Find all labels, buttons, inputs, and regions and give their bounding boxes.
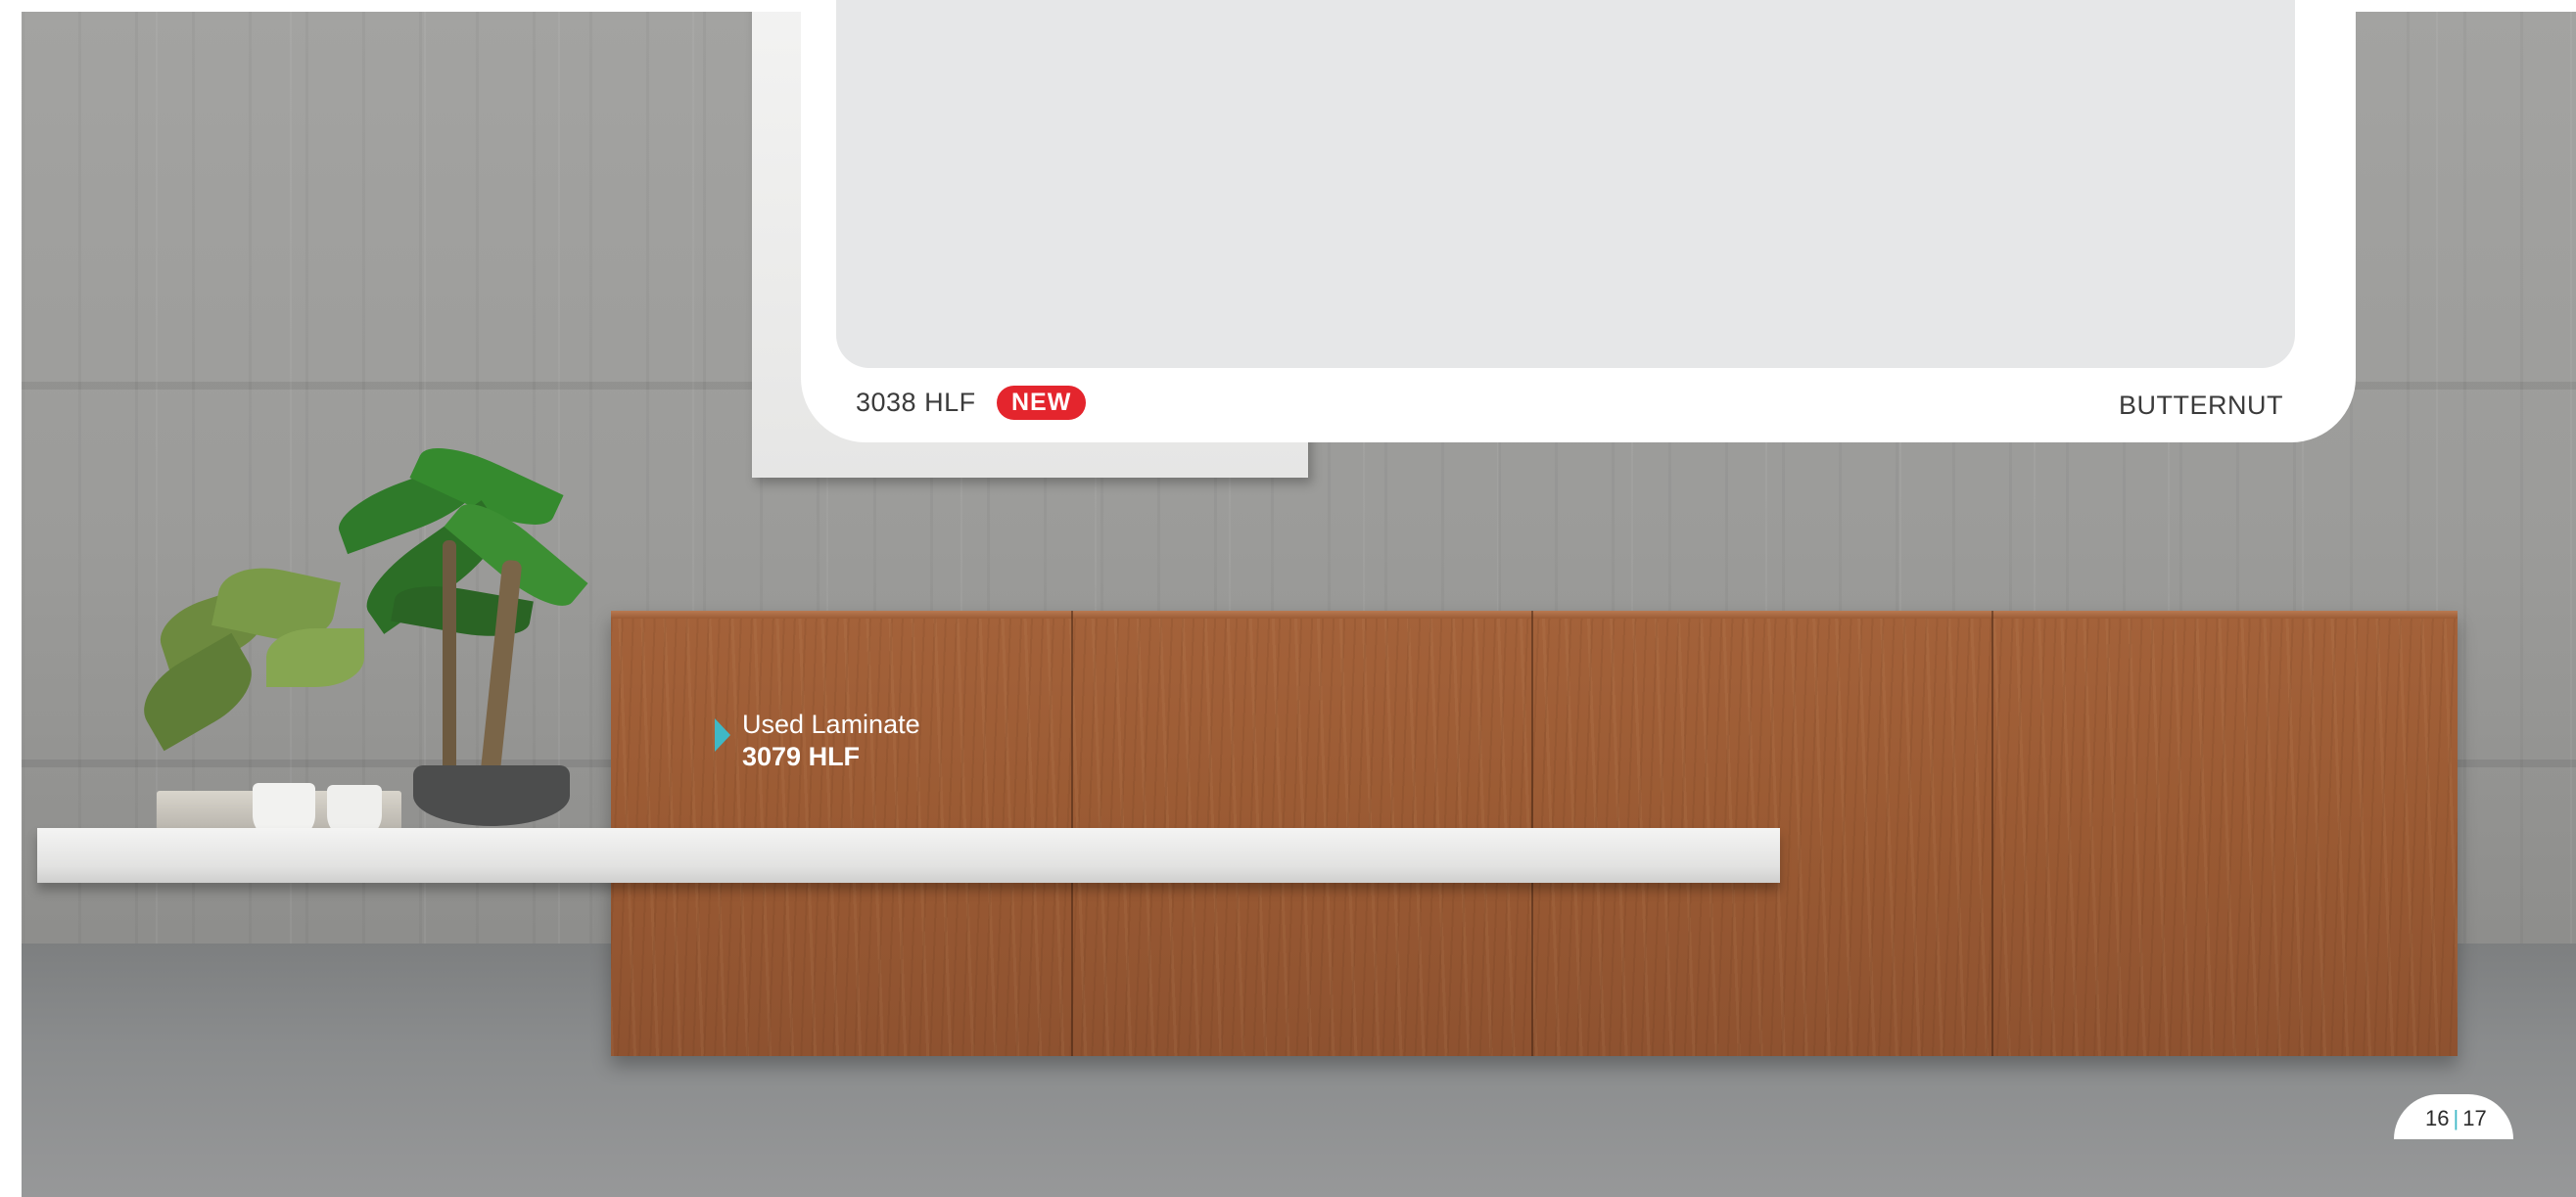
floating-shelf xyxy=(37,828,1780,883)
swatch-preview xyxy=(836,0,2295,368)
cabinet-door-seam xyxy=(1991,611,1993,1056)
page-number-right: 17 xyxy=(2462,1106,2487,1130)
page-separator: | xyxy=(2453,1106,2459,1130)
plant-icon xyxy=(119,433,609,853)
swatch-code: 3038 HLF xyxy=(856,388,976,417)
new-badge: NEW xyxy=(997,386,1087,420)
swatch-card: 3038 HLF NEW BUTTERNUT xyxy=(801,0,2356,442)
page-number-left: 16 xyxy=(2425,1106,2450,1130)
swatch-name: BUTTERNUT xyxy=(2119,391,2283,420)
used-laminate-code: 3079 HLF xyxy=(742,742,861,771)
used-laminate-title: Used Laminate xyxy=(742,710,920,739)
page-numbers: 16 | 17 xyxy=(2425,1106,2487,1131)
cabinet-top-edge xyxy=(611,611,2458,619)
laminate-marker-icon xyxy=(715,718,730,752)
